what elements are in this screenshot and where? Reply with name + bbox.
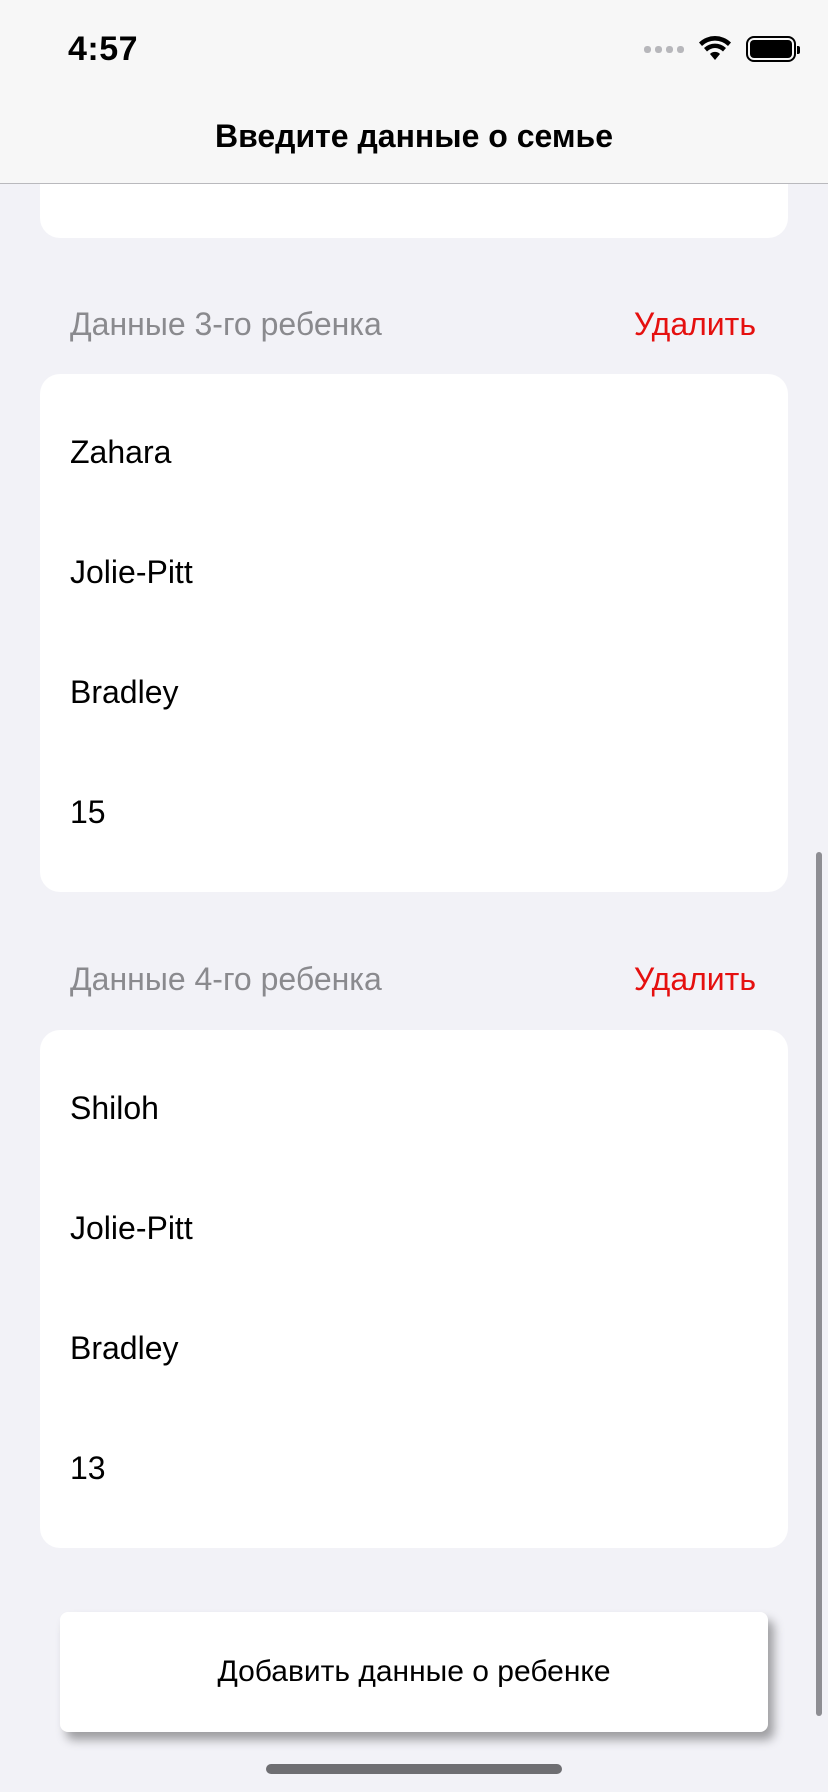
child-4-last-name-field[interactable]: Jolie-Pitt	[70, 1210, 193, 1247]
child-4-first-name-field[interactable]: Shiloh	[70, 1090, 159, 1127]
child-4-header: Данные 4-го ребенка Удалить	[70, 961, 756, 998]
child-4-card: Shiloh Jolie-Pitt Bradley 13	[40, 1030, 788, 1548]
child-3-title: Данные 3-го ребенка	[70, 306, 382, 342]
battery-icon	[746, 36, 800, 62]
status-time: 4:57	[68, 30, 139, 68]
child-4-title: Данные 4-го ребенка	[70, 961, 382, 997]
cellular-signal-icon	[644, 45, 684, 53]
child-4-age-field[interactable]: 13	[70, 1450, 106, 1487]
navigation-bar: 4:57 Введите данные о семье	[0, 0, 828, 184]
scrollbar[interactable]	[816, 852, 822, 1716]
child-3-delete-button[interactable]: Удалить	[634, 306, 756, 343]
child-3-card: Zahara Jolie-Pitt Bradley 15	[40, 374, 788, 892]
status-icons	[644, 36, 800, 62]
child-3-header: Данные 3-го ребенка Удалить	[70, 306, 756, 343]
child-3-first-name-field[interactable]: Zahara	[70, 434, 171, 471]
add-child-button[interactable]: Добавить данные о ребенке	[60, 1612, 768, 1732]
child-4-middle-name-field[interactable]: Bradley	[70, 1330, 179, 1367]
page-title: Введите данные о семье	[214, 118, 614, 154]
home-indicator[interactable]	[266, 1764, 562, 1774]
child-3-age-field[interactable]: 15	[70, 794, 106, 831]
wifi-icon	[699, 36, 731, 60]
child-3-last-name-field[interactable]: Jolie-Pitt	[70, 554, 193, 591]
child-4-delete-button[interactable]: Удалить	[634, 961, 756, 998]
child-3-middle-name-field[interactable]: Bradley	[70, 674, 179, 711]
